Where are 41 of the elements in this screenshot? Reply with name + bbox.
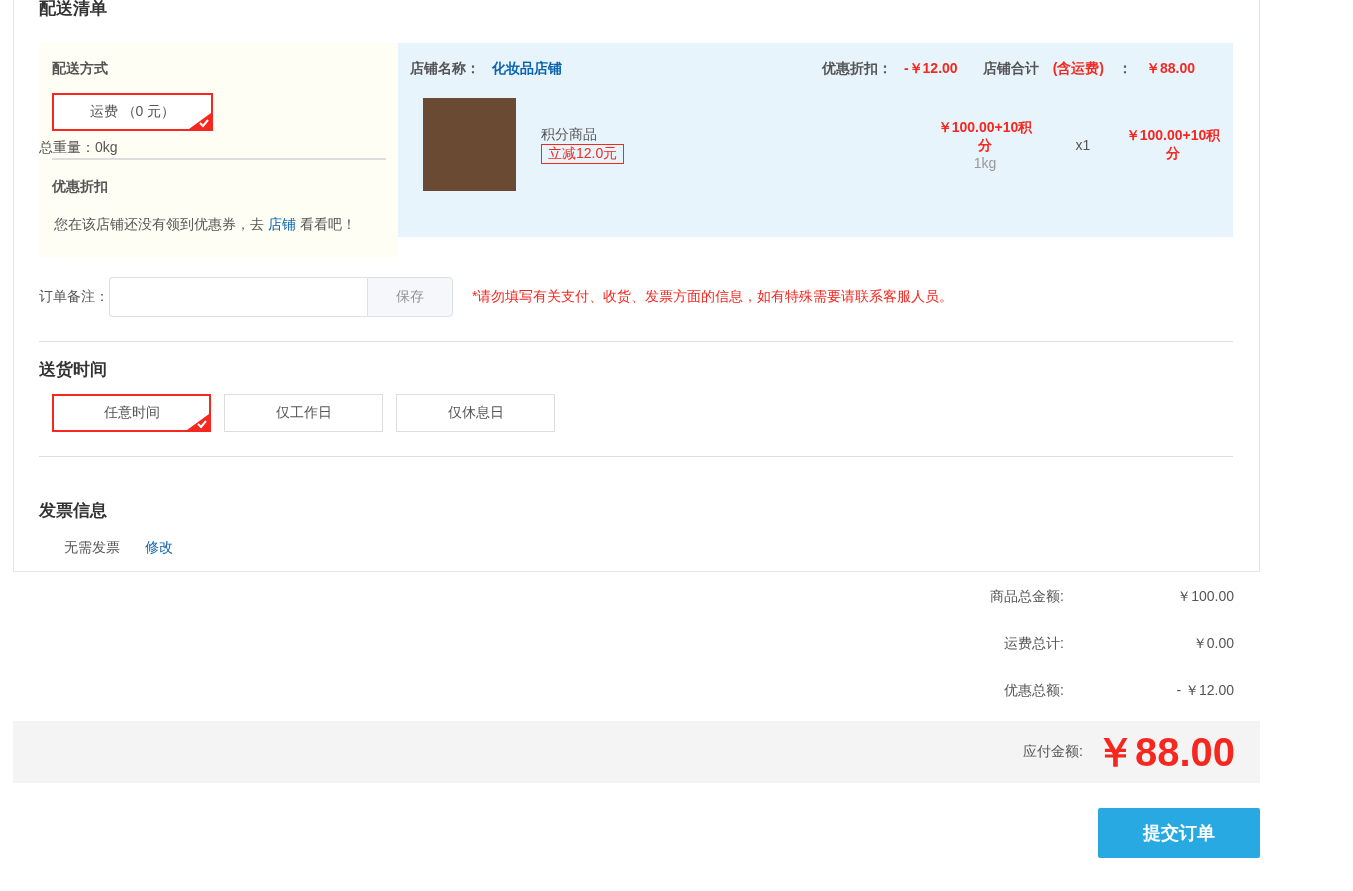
summary-label: 运费总计: [1004,635,1064,653]
summary-value: - ￥12.00 [1175,682,1234,700]
product-name: 积分商品 [541,125,598,144]
store-name-link[interactable]: 化妆品店铺 [492,60,562,78]
summary-value: ￥0.00 [1191,635,1234,653]
delivery-time-option[interactable]: 仅休息日 [396,394,555,432]
delivery-time-option[interactable]: 仅工作日 [224,394,383,432]
checkmark-icon [189,113,211,129]
unit-price: ￥100.00+10积分 [937,118,1033,155]
edit-link[interactable]: 修改 [145,539,173,557]
store-link[interactable]: 店铺 [267,216,296,232]
promo-tag: 立减12.0元 [541,143,625,164]
quantity: x1 [1074,136,1092,153]
summary-label: 商品总金额: [990,588,1064,606]
colon: ： [1117,60,1132,78]
store-total-label: 店铺合计 [982,60,1039,78]
shipping-included-note: (含运费) [1052,60,1104,78]
delivery-time-heading: 送货时间 [39,359,108,381]
store-total: ￥88.00 [1145,60,1195,78]
discount-label: 优惠折扣： [821,60,892,78]
remark-field[interactable] [109,277,367,317]
shipping-heading: 配送方式 [52,60,109,78]
total-weight: 总重量：0kg [39,139,118,157]
payable-label: 应付金额: [1023,743,1083,761]
invoice-value: 无需发票 [64,539,120,557]
summary-value: ￥100.00 [1176,588,1234,606]
summary-label: 优惠总额: [1004,682,1064,700]
item-weight: 1kg [972,154,998,171]
payable-amount: ￥88.00 [1094,728,1235,776]
coupon-message: 您在该店铺还没有领到优惠券，去 店铺 看看吧！ [54,216,357,234]
remark-label: 订单备注： [39,288,109,306]
discount-heading: 优惠折扣 [52,178,109,196]
checkmark-icon [187,414,209,430]
remark-warning: *请勿填写有关支付、收货、发票方面的信息，如有特殊需要请联系客服人员。 [472,288,954,306]
section-title: 配送清单 [39,0,108,17]
invoice-heading: 发票信息 [39,500,108,522]
discount-amount: -￥12.00 [903,60,958,78]
shipping-option[interactable]: 运费 （0 元） [52,93,213,131]
delivery-time-option[interactable]: 任意时间 [52,394,211,432]
subtotal: ￥100.00+10积分 [1125,126,1221,163]
store-name-label: 店铺名称： [410,60,480,78]
